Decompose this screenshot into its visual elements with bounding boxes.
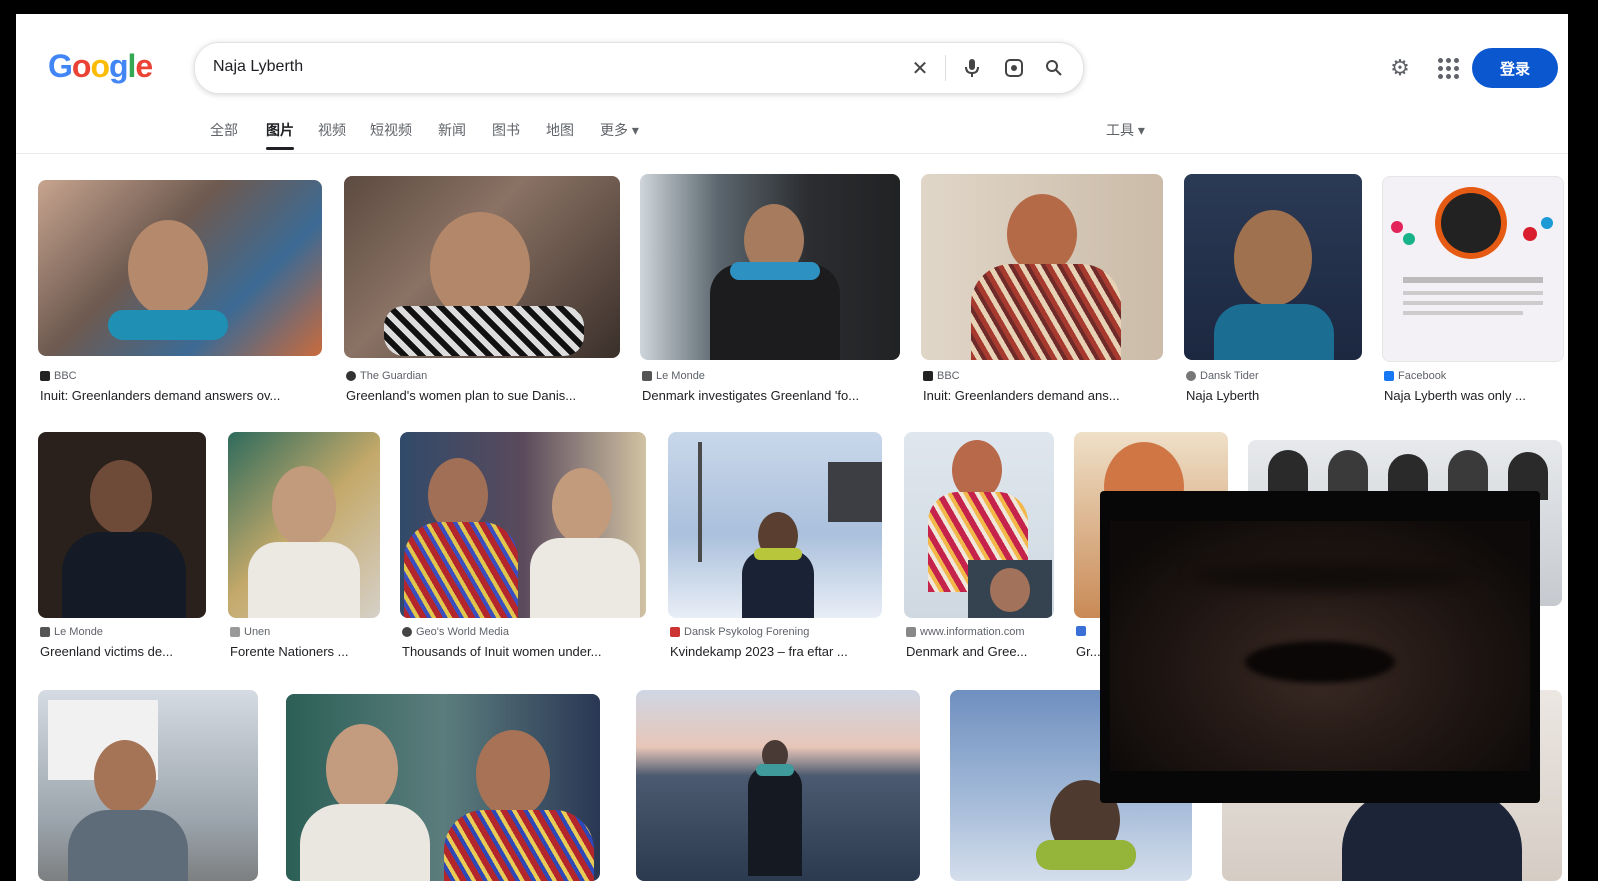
result-caption[interactable]: Greenland victims de...	[40, 644, 208, 659]
result-caption[interactable]: Forente Nationers ...	[230, 644, 382, 659]
image-result[interactable]	[640, 174, 900, 360]
google-logo[interactable]: Google	[48, 48, 153, 85]
lens-icon[interactable]	[1001, 55, 1027, 81]
apps-grid-icon[interactable]	[1434, 54, 1462, 82]
result-source: Le Monde	[40, 626, 208, 638]
search-icon[interactable]	[1041, 55, 1067, 81]
tab-maps[interactable]: 地图	[546, 120, 574, 140]
tab-short-videos[interactable]: 短视频	[370, 120, 412, 140]
image-result[interactable]	[286, 694, 600, 881]
result-caption[interactable]: Inuit: Greenlanders demand ans...	[923, 388, 1163, 403]
tab-books[interactable]: 图书	[492, 120, 520, 140]
image-result[interactable]	[1382, 176, 1564, 362]
image-result[interactable]	[668, 432, 882, 618]
signin-button[interactable]: 登录	[1472, 48, 1558, 88]
result-caption[interactable]: Naja Lyberth	[1186, 388, 1362, 403]
result-source: The Guardian	[346, 370, 622, 382]
result-source: Unen	[230, 626, 382, 638]
image-result[interactable]	[904, 432, 1054, 618]
image-result[interactable]	[400, 432, 646, 618]
result-source: Geo's World Media	[402, 626, 648, 638]
result-caption[interactable]: Kvindekamp 2023 – fra eftar ...	[670, 644, 884, 659]
close-icon[interactable]: ✕	[907, 55, 933, 81]
image-result[interactable]	[38, 432, 206, 618]
mic-icon[interactable]	[959, 55, 985, 81]
tab-images[interactable]: 图片	[266, 120, 294, 150]
result-source: Le Monde	[642, 370, 902, 382]
result-caption[interactable]: Greenland's women plan to sue Danis...	[346, 388, 620, 403]
video-subject-eye	[1245, 641, 1395, 683]
search-box[interactable]: Naja Lyberth ✕	[194, 42, 1084, 94]
tab-videos[interactable]: 视频	[318, 120, 346, 140]
result-source: Dansk Psykolog Forening	[670, 626, 884, 638]
image-result[interactable]	[636, 690, 920, 881]
result-source: www.information.com	[906, 626, 1056, 638]
tools-menu[interactable]: 工具 ▾	[1106, 120, 1145, 140]
image-result[interactable]	[38, 180, 322, 356]
tab-news[interactable]: 新闻	[438, 120, 466, 140]
video-subject-brow	[1190, 561, 1470, 591]
header-divider	[16, 153, 1568, 154]
image-result[interactable]	[921, 174, 1163, 360]
browser-page: Google Naja Lyberth ✕ ⚙ 登录 全部 图片 视频 短视频 …	[16, 14, 1568, 881]
tab-more[interactable]: 更多 ▾	[600, 120, 639, 140]
image-result[interactable]	[228, 432, 380, 618]
video-overlay[interactable]	[1100, 491, 1540, 803]
video-frame	[1110, 521, 1530, 771]
search-divider	[945, 55, 946, 81]
tab-all[interactable]: 全部	[210, 120, 238, 140]
image-result[interactable]	[344, 176, 620, 358]
result-source: Dansk Tider	[1186, 370, 1362, 382]
result-source: BBC	[923, 370, 1163, 382]
result-caption[interactable]: Thousands of Inuit women under...	[402, 644, 648, 659]
gear-icon[interactable]: ⚙	[1386, 54, 1414, 82]
result-source: Facebook	[1384, 370, 1560, 382]
image-result[interactable]	[1184, 174, 1362, 360]
image-result[interactable]	[38, 690, 258, 881]
result-source: BBC	[40, 370, 320, 382]
result-caption[interactable]: Naja Lyberth was only ...	[1384, 388, 1560, 403]
search-input[interactable]: Naja Lyberth	[213, 58, 303, 76]
result-caption[interactable]: Denmark investigates Greenland 'fo...	[642, 388, 900, 403]
result-caption[interactable]: Denmark and Gree...	[906, 644, 1056, 659]
result-caption[interactable]: Inuit: Greenlanders demand answers ov...	[40, 388, 322, 403]
